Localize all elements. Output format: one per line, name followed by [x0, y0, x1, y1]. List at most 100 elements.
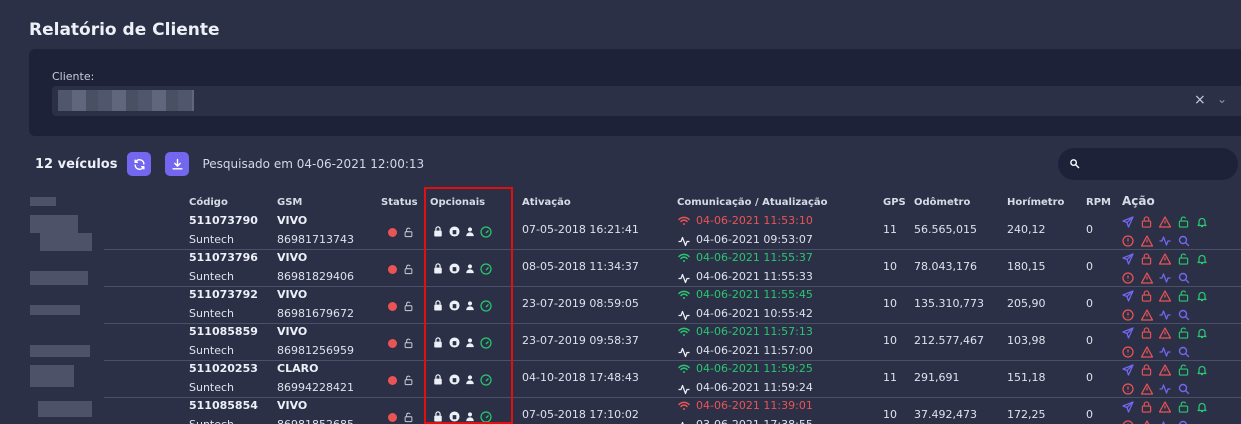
send-icon[interactable] — [1122, 253, 1134, 265]
activity-icon — [678, 310, 690, 321]
cell-atualizacao: 04-06-2021 10:55:42 — [696, 307, 813, 320]
warning-action-icon[interactable] — [1141, 383, 1153, 395]
lock-action-icon[interactable] — [1141, 364, 1152, 376]
warning-icon[interactable] — [1159, 253, 1171, 265]
bell-icon[interactable] — [1196, 364, 1208, 376]
cell-empresa: Suntech — [189, 270, 235, 283]
unlock-icon — [404, 227, 413, 238]
send-icon[interactable] — [1122, 290, 1134, 302]
alert-circle-icon[interactable] — [1122, 272, 1134, 284]
activity-action-icon[interactable] — [1159, 235, 1171, 247]
cell-odometro: 135.310,773 — [914, 297, 984, 310]
warning-action-icon[interactable] — [1141, 272, 1153, 284]
cell-gps: 10 — [883, 334, 897, 347]
search-action-icon[interactable] — [1178, 383, 1190, 395]
cell-ativacao: 07-05-2018 17:10:02 — [522, 408, 639, 421]
warning-icon[interactable] — [1159, 216, 1171, 228]
cell-rpm: 0 — [1086, 334, 1093, 347]
send-icon[interactable] — [1122, 401, 1134, 413]
alert-circle-icon[interactable] — [1122, 420, 1134, 424]
lock-action-icon[interactable] — [1141, 216, 1152, 228]
lock-icon — [434, 374, 442, 385]
cell-rpm: 0 — [1086, 371, 1093, 384]
bell-icon[interactable] — [1196, 216, 1208, 228]
unlock-icon — [404, 264, 413, 275]
lock-icon — [434, 337, 442, 348]
wifi-icon — [678, 364, 690, 373]
speedometer-icon — [480, 226, 492, 238]
warning-icon[interactable] — [1159, 401, 1171, 413]
lock-action-icon[interactable] — [1141, 327, 1152, 339]
cell-codigo: 511020253 — [189, 362, 258, 375]
bell-icon[interactable] — [1196, 401, 1208, 413]
table-row: 511073790 Suntech VIVO 86981713743 07-05… — [104, 213, 1241, 250]
alert-circle-icon[interactable] — [1122, 235, 1134, 247]
lock-action-icon[interactable] — [1141, 253, 1152, 265]
search-action-icon[interactable] — [1178, 235, 1190, 247]
cell-odometro: 212.577,467 — [914, 334, 984, 347]
bell-icon[interactable] — [1196, 253, 1208, 265]
cell-comunicacao: 04-06-2021 11:55:37 — [696, 251, 813, 264]
user-icon — [466, 264, 474, 274]
activity-action-icon[interactable] — [1159, 346, 1171, 358]
cell-comunicacao: 04-06-2021 11:55:45 — [696, 288, 813, 301]
lock-action-icon[interactable] — [1141, 290, 1152, 302]
unlock-action-icon[interactable] — [1178, 290, 1189, 302]
bell-icon[interactable] — [1196, 290, 1208, 302]
search-action-icon[interactable] — [1178, 309, 1190, 321]
client-select[interactable]: × ⌄ — [52, 86, 1241, 116]
clear-icon[interactable]: × — [1194, 92, 1206, 108]
cell-gps: 11 — [883, 371, 897, 384]
warning-icon[interactable] — [1159, 327, 1171, 339]
activity-icon — [678, 384, 690, 395]
unlock-action-icon[interactable] — [1178, 364, 1189, 376]
search-action-icon[interactable] — [1178, 420, 1190, 424]
unlock-action-icon[interactable] — [1178, 401, 1189, 413]
activity-action-icon[interactable] — [1159, 420, 1171, 424]
page-title: Relatório de Cliente — [29, 20, 220, 40]
alert-circle-icon[interactable] — [1122, 383, 1134, 395]
activity-action-icon[interactable] — [1159, 309, 1171, 321]
warning-icon[interactable] — [1159, 364, 1171, 376]
lock-action-icon[interactable] — [1141, 401, 1152, 413]
cell-rpm: 0 — [1086, 223, 1093, 236]
search-action-icon[interactable] — [1178, 272, 1190, 284]
warning-action-icon[interactable] — [1141, 420, 1153, 424]
unlock-action-icon[interactable] — [1178, 327, 1189, 339]
alert-circle-icon[interactable] — [1122, 346, 1134, 358]
block-icon — [449, 226, 460, 237]
chevron-down-icon[interactable]: ⌄ — [1217, 92, 1227, 106]
cell-rpm: 0 — [1086, 260, 1093, 273]
activity-action-icon[interactable] — [1159, 272, 1171, 284]
status-dot — [388, 376, 397, 385]
cell-codigo: 511085854 — [189, 399, 258, 412]
cell-rpm: 0 — [1086, 408, 1093, 421]
refresh-button[interactable] — [127, 152, 152, 176]
unlock-action-icon[interactable] — [1178, 253, 1189, 265]
send-icon[interactable] — [1122, 327, 1134, 339]
search-action-icon[interactable] — [1178, 346, 1190, 358]
table-row: 511020253 Suntech CLARO 86994228421 04-1… — [104, 361, 1241, 398]
activity-icon — [678, 347, 690, 358]
cell-codigo: 511085859 — [189, 325, 258, 338]
warning-action-icon[interactable] — [1141, 235, 1153, 247]
table-row: 511085854 Suntech VIVO 86981852685 07-05… — [104, 398, 1241, 424]
cell-comunicacao: 04-06-2021 11:59:25 — [696, 362, 813, 375]
warning-action-icon[interactable] — [1141, 346, 1153, 358]
send-icon[interactable] — [1122, 364, 1134, 376]
refresh-icon — [134, 158, 145, 170]
redacted-plate-column — [0, 193, 104, 424]
warning-action-icon[interactable] — [1141, 309, 1153, 321]
activity-action-icon[interactable] — [1159, 383, 1171, 395]
alert-circle-icon[interactable] — [1122, 309, 1134, 321]
send-icon[interactable] — [1122, 216, 1134, 228]
download-button[interactable] — [165, 152, 190, 176]
unlock-action-icon[interactable] — [1178, 216, 1189, 228]
cell-ativacao: 23-07-2019 09:58:37 — [522, 334, 639, 347]
block-icon — [449, 374, 460, 385]
search-input[interactable] — [1058, 148, 1238, 180]
warning-icon[interactable] — [1159, 290, 1171, 302]
bell-icon[interactable] — [1196, 327, 1208, 339]
cell-gps: 10 — [883, 260, 897, 273]
speedometer-icon — [480, 337, 492, 349]
